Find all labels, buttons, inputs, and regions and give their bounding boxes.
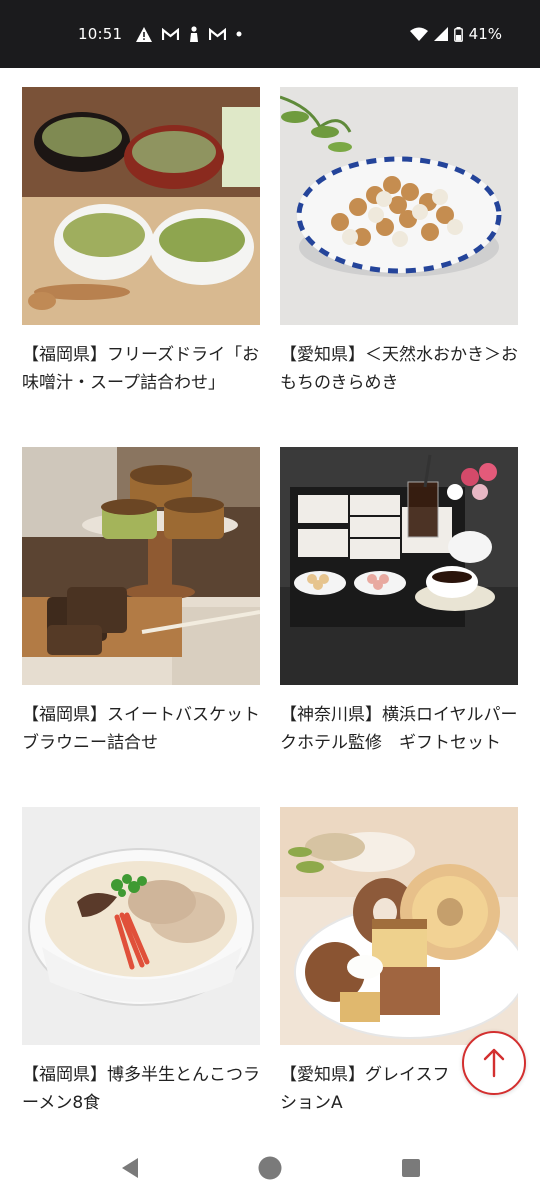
back-icon [120, 1157, 140, 1179]
dot-icon [236, 31, 242, 37]
clock: 10:51 [78, 25, 123, 43]
gmail-icon [162, 27, 180, 41]
home-button[interactable] [257, 1155, 283, 1181]
product-image-miso-soup[interactable] [22, 87, 260, 325]
product-title[interactable]: 【愛知県】＜天然水おかき＞おもちのきらめき [280, 341, 518, 397]
product-image-brownies[interactable] [22, 447, 260, 685]
person-icon [189, 26, 199, 42]
app-root: 10:51 41% 【福岡県】フリーズドライ「お味噌汁・スープ詰合わせ」 【愛知… [0, 0, 540, 1199]
status-bar: 10:51 41% [0, 0, 540, 68]
recents-icon [401, 1158, 421, 1178]
product-title[interactable]: 【福岡県】フリーズドライ「お味噌汁・スープ詰合わせ」 [22, 341, 260, 397]
product-card[interactable]: 【福岡県】スイートバスケット ブラウニー詰合せ [22, 447, 260, 807]
wifi-icon [409, 27, 428, 41]
product-image-ramen[interactable] [22, 807, 260, 1045]
product-card[interactable]: 【愛知県】グレイスフ セレクションA [280, 807, 518, 1167]
status-right: 41% [409, 22, 502, 46]
product-image-hotel-gift-set[interactable] [280, 447, 518, 685]
product-card[interactable]: 【福岡県】博多半生とんこつラーメン8食 [22, 807, 260, 1167]
product-title[interactable]: 【福岡県】博多半生とんこつラーメン8食 [22, 1061, 260, 1117]
product-grid: 【福岡県】フリーズドライ「お味噌汁・スープ詰合わせ」 【愛知県】＜天然水おかき＞… [22, 87, 520, 1167]
battery-icon [453, 26, 463, 42]
recents-button[interactable] [398, 1155, 424, 1181]
product-card[interactable]: 【愛知県】＜天然水おかき＞おもちのきらめき [280, 87, 518, 447]
warning-icon [136, 26, 153, 42]
back-button[interactable] [117, 1155, 143, 1181]
product-title[interactable]: 【福岡県】スイートバスケット ブラウニー詰合せ [22, 701, 260, 757]
scroll-to-top-button[interactable] [462, 1031, 526, 1095]
product-image-rice-crackers[interactable] [280, 87, 518, 325]
battery-percent: 41% [468, 25, 502, 43]
navigation-bar [0, 1137, 540, 1199]
product-card[interactable]: 【福岡県】フリーズドライ「お味噌汁・スープ詰合わせ」 [22, 87, 260, 447]
status-left: 10:51 [78, 22, 242, 46]
gmail-icon [209, 27, 227, 41]
product-card[interactable]: 【神奈川県】横浜ロイヤルパークホテル監修 ギフトセット [280, 447, 518, 807]
product-image-baumkuchen[interactable] [280, 807, 518, 1045]
home-icon [258, 1156, 282, 1180]
product-title[interactable]: 【神奈川県】横浜ロイヤルパークホテル監修 ギフトセット [280, 701, 518, 757]
signal-icon [433, 27, 448, 41]
arrow-up-icon [482, 1048, 506, 1078]
